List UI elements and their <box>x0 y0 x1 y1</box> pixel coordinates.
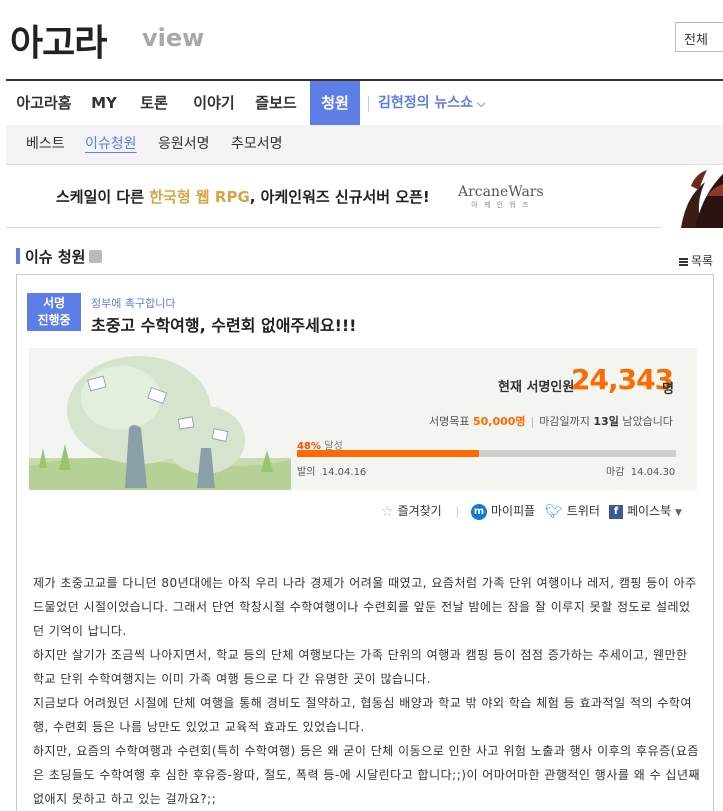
facebook-label: 페이스북 <box>627 504 672 518</box>
banner-text-highlight: 한국형 웹 RPG <box>149 188 250 206</box>
facebook-button[interactable]: f 페이스북 ▼ <box>609 502 682 519</box>
ad-banner[interactable]: 스케일이 다른 한국형 웹 RPG, 아케인워즈 신규서버 오픈! Arcane… <box>6 166 723 228</box>
petition-body: 제가 초중고교를 다니던 80년대에는 아직 우리 나라 경제가 어려울 때였고… <box>33 571 701 811</box>
facebook-icon: f <box>609 504 623 519</box>
petition-kicker: 정부에 촉구합니다 <box>91 297 176 310</box>
goal-value: 50,000명 <box>472 415 526 428</box>
current-signers-count: 24,343 <box>571 363 674 396</box>
banner-text-pre: 스케일이 다른 <box>56 188 150 206</box>
nav-petition[interactable]: 청원 <box>310 81 360 125</box>
goal-deadline-line: 서명목표 50,000명 | 마감일까지 13일 남았습니다 <box>429 413 673 429</box>
end-date-value: 14.04.30 <box>630 467 676 478</box>
view-logo[interactable]: view <box>142 24 204 52</box>
current-signers-label: 현재 서명인원 <box>498 380 575 395</box>
rss-icon[interactable] <box>89 250 102 263</box>
twitter-button[interactable]: 🐦︎ 트위터 <box>545 502 600 520</box>
deadline-post: 남았습니다 <box>622 415 673 428</box>
game-logo: ArcaneWars 아 케 인 워 즈 <box>458 184 544 210</box>
mypeople-button[interactable]: m 마이피플 <box>471 502 535 520</box>
list-link[interactable]: 목록 <box>679 252 713 269</box>
body-paragraph: 지금보다 어려웠던 시절에 단체 여행을 통해 경비도 절약하고, 협동심 배양… <box>33 696 692 734</box>
subnav-support-sign[interactable]: 응원서명 <box>158 125 210 165</box>
nav-agora-home[interactable]: 아고라홈 <box>6 81 82 125</box>
chevron-down-icon[interactable]: ▼ <box>675 508 682 518</box>
deadline-pre: 마감일까지 <box>539 415 590 428</box>
deadline-days: 13일 <box>593 415 619 428</box>
nav-divider <box>368 96 369 112</box>
star-icon: ☆ <box>381 503 394 520</box>
nav-debate[interactable]: 토론 <box>128 81 180 125</box>
game-logo-title: ArcaneWars <box>458 184 544 200</box>
nav-my[interactable]: MY <box>82 81 126 125</box>
chevron-down-icon: ⌵ <box>477 97 486 110</box>
search-scope-select[interactable]: 전체 <box>675 22 723 52</box>
nav-story[interactable]: 이야기 <box>186 81 242 125</box>
body-paragraph: 제가 초중고교를 다니던 80년대에는 아직 우리 나라 경제가 어려울 때였고… <box>33 576 697 638</box>
petition-stats-box: 현재 서명인원 24,343 명 서명목표 50,000명 | 마감일까지 13일 … <box>29 348 697 490</box>
current-signers-unit: 명 <box>662 382 674 397</box>
start-date-value: 14.04.16 <box>321 467 367 478</box>
share-divider <box>457 506 458 518</box>
body-paragraph: 하지만 살기가 조금씩 나아지면서, 학교 등의 단체 여행보다는 가족 단위의… <box>33 648 688 686</box>
progress-bar <box>297 450 676 457</box>
favorite-button[interactable]: ☆ 즐겨찾기 <box>381 502 442 520</box>
status-badge-line2: 진행중 <box>37 313 71 327</box>
banner-text: 스케일이 다른 한국형 웹 RPG, 아케인워즈 신규서버 오픈! <box>56 186 430 207</box>
end-date: 마감 14.04.30 <box>606 463 675 478</box>
mypeople-label: 마이피플 <box>491 504 536 518</box>
start-date: 발의 14.04.16 <box>297 463 366 478</box>
banner-text-post: , 아케인워즈 신규서버 오픈! <box>249 188 430 206</box>
subnav-best[interactable]: 베스트 <box>26 125 65 165</box>
mypeople-icon: m <box>471 503 487 520</box>
dragon-art-icon <box>661 166 723 228</box>
twitter-icon: 🐦︎ <box>545 503 563 520</box>
sub-nav: 베스트 이슈청원 응원서명 추모서명 <box>6 125 723 165</box>
progress-fill <box>297 450 479 457</box>
agora-logo[interactable]: 아고라 <box>10 14 107 66</box>
main-nav: 아고라홈 MY 토론 이야기 즐보드 청원 김현정의 뉴스쇼 ⌵ <box>6 79 723 125</box>
status-badge: 서명 진행중 <box>27 293 81 331</box>
end-label: 마감 <box>606 467 625 478</box>
goal-separator: | <box>530 415 535 428</box>
goal-label: 서명목표 <box>429 415 470 428</box>
nav-newsshow-label: 김현정의 뉴스쇼 <box>378 95 474 111</box>
section-title: 이슈 청원 <box>16 246 85 266</box>
nav-board[interactable]: 즐보드 <box>248 81 304 125</box>
game-logo-subtitle: 아 케 인 워 즈 <box>471 201 531 209</box>
subnav-issue-petition[interactable]: 이슈청원 <box>85 125 137 165</box>
favorite-label: 즐겨찾기 <box>397 504 442 518</box>
twitter-label: 트위터 <box>566 504 600 518</box>
start-label: 발의 <box>297 467 316 478</box>
petition-card: 서명 진행중 정부에 촉구합니다 초중고 수학여행, 수련회 없애주세요!!! … <box>16 274 714 811</box>
subnav-memorial-sign[interactable]: 추모서명 <box>231 125 283 165</box>
body-paragraph: 하지만, 요즘의 수학여행과 수련회(특히 수학여행) 등은 왜 굳이 단체 이… <box>33 744 701 806</box>
nav-newsshow[interactable]: 김현정의 뉴스쇼 ⌵ <box>378 81 485 125</box>
petition-title: 초중고 수학여행, 수련회 없애주세요!!! <box>91 316 357 335</box>
top-header: 아고라 view 전체 <box>0 0 723 80</box>
list-icon <box>679 257 688 266</box>
list-link-label: 목록 <box>691 254 714 268</box>
tree-illustration-icon <box>29 356 291 490</box>
status-badge-line1: 서명 <box>42 296 66 310</box>
